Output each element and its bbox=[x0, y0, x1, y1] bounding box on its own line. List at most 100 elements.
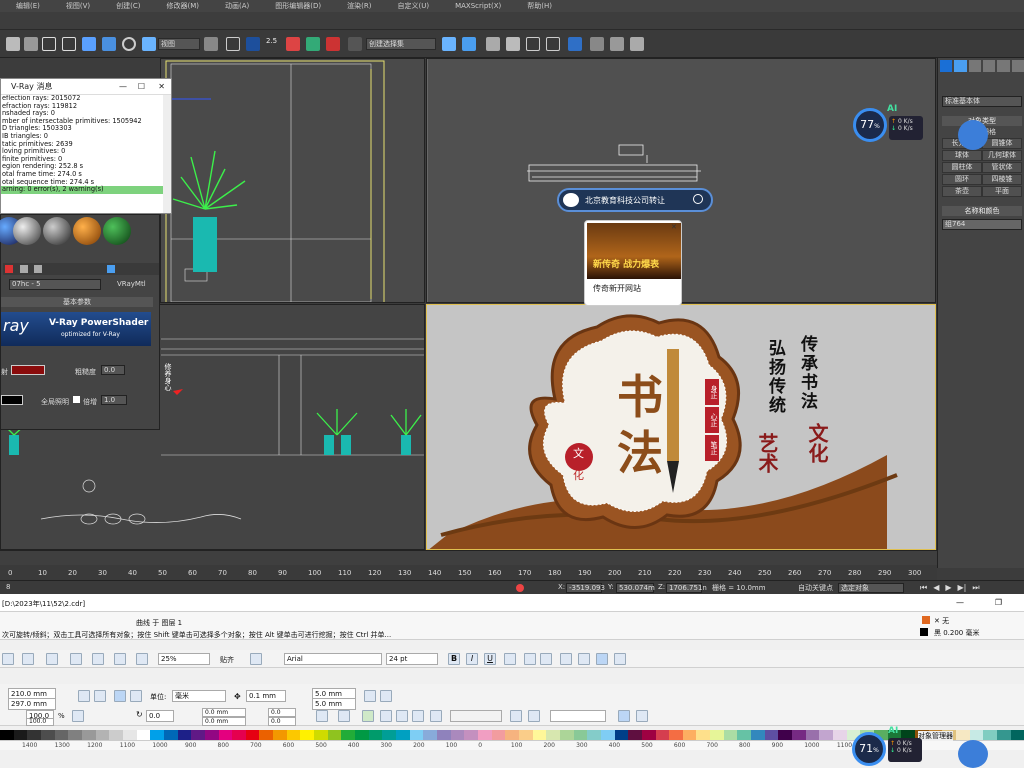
select-manipulate-icon[interactable] bbox=[226, 37, 240, 51]
palette-swatch[interactable] bbox=[218, 730, 233, 740]
palette-swatch[interactable] bbox=[437, 730, 451, 740]
mirror-icon[interactable] bbox=[442, 37, 456, 51]
create-tab-icon[interactable] bbox=[940, 60, 953, 72]
menu-item[interactable]: 渲染(R) bbox=[347, 1, 371, 11]
style-dropdown[interactable] bbox=[550, 710, 606, 722]
palette-swatch[interactable] bbox=[314, 730, 328, 740]
auto-key-button[interactable]: 自动关键点 bbox=[798, 583, 833, 593]
ad-caption[interactable]: 传奇新开网站 bbox=[593, 283, 641, 294]
palette-swatch[interactable] bbox=[559, 730, 574, 740]
drop-cap-icon[interactable] bbox=[540, 653, 552, 665]
name-color-header[interactable]: 名称和颜色 bbox=[942, 206, 1022, 216]
motion-tab-icon[interactable] bbox=[982, 60, 996, 72]
snap-2-5-icon[interactable]: 2.5 bbox=[266, 37, 280, 51]
palette-swatch[interactable] bbox=[655, 730, 670, 740]
palette-swatch[interactable] bbox=[710, 730, 724, 740]
basic-params-rollout[interactable]: 基本参数 bbox=[1, 297, 153, 307]
redo-icon[interactable] bbox=[46, 653, 58, 665]
palette-swatch[interactable] bbox=[136, 730, 151, 740]
palette-swatch[interactable] bbox=[669, 730, 683, 740]
pivot-icon[interactable] bbox=[204, 37, 218, 51]
global-illum-checkbox[interactable] bbox=[73, 396, 80, 403]
palette-swatch[interactable] bbox=[232, 730, 246, 740]
palette-swatch[interactable] bbox=[573, 730, 588, 740]
palette-swatch[interactable] bbox=[191, 730, 205, 740]
palette-swatch[interactable] bbox=[764, 730, 779, 740]
launch-icon[interactable] bbox=[136, 653, 148, 665]
menu-item[interactable]: 视图(V) bbox=[66, 1, 90, 11]
palette-swatch[interactable] bbox=[40, 730, 55, 740]
select-by-name-icon[interactable] bbox=[24, 37, 38, 51]
palette-swatch[interactable] bbox=[0, 730, 14, 740]
palette-swatch[interactable] bbox=[955, 730, 970, 740]
treat-as-filled-icon[interactable] bbox=[364, 690, 376, 702]
put-to-scene-icon[interactable] bbox=[19, 265, 28, 273]
intersect-icon[interactable] bbox=[396, 710, 408, 722]
primitive-button[interactable]: 圆环 bbox=[942, 174, 982, 185]
ad-image[interactable]: 新传奇 战力爆表 bbox=[587, 223, 681, 279]
palette-swatch[interactable] bbox=[505, 730, 519, 740]
palette-swatch[interactable] bbox=[259, 730, 274, 740]
diffuse-color-swatch[interactable] bbox=[11, 365, 45, 375]
menu-item[interactable]: 图形编辑器(D) bbox=[275, 1, 321, 11]
utilities-tab-icon[interactable] bbox=[1011, 60, 1024, 72]
undo-icon[interactable] bbox=[22, 653, 34, 665]
scale-y-field[interactable]: 100.0 bbox=[26, 718, 54, 726]
modify-tab-icon[interactable] bbox=[954, 60, 967, 72]
assign-material-icon[interactable] bbox=[34, 265, 43, 273]
spinner-snap-icon[interactable] bbox=[326, 37, 340, 51]
corel-minimize-icon[interactable]: — bbox=[956, 598, 964, 607]
percent-snap-icon[interactable] bbox=[306, 37, 320, 51]
pos2-y-field[interactable]: 0.0 bbox=[268, 717, 296, 726]
lock-ratio-icon[interactable] bbox=[72, 710, 84, 722]
curve-editor-icon[interactable] bbox=[526, 37, 540, 51]
primitive-button[interactable]: 平面 bbox=[982, 186, 1022, 197]
palette-swatch[interactable] bbox=[177, 730, 192, 740]
z-coord-field[interactable]: 1706.751n bbox=[666, 583, 707, 593]
primitive-button[interactable]: 球体 bbox=[942, 150, 982, 161]
primitive-button[interactable]: 几何球体 bbox=[982, 150, 1022, 161]
palette-swatch[interactable] bbox=[368, 730, 383, 740]
rotation-field[interactable]: 0.0 bbox=[146, 710, 174, 722]
snap-icon[interactable] bbox=[316, 710, 328, 722]
palette-swatch[interactable] bbox=[423, 730, 437, 740]
palette-swatch[interactable] bbox=[286, 730, 301, 740]
y-coord-field[interactable]: 530.074m bbox=[616, 583, 655, 593]
delete-icon[interactable] bbox=[528, 710, 540, 722]
palette-swatch[interactable] bbox=[68, 730, 82, 740]
menu-item[interactable]: 编辑(E) bbox=[16, 1, 40, 11]
reference-coord-dropdown[interactable]: 视图 bbox=[158, 38, 200, 50]
palette-swatch[interactable] bbox=[245, 730, 260, 740]
all-pages-icon[interactable] bbox=[114, 690, 126, 702]
material-type-button[interactable]: VRayMtl bbox=[117, 280, 146, 288]
palette-swatch[interactable] bbox=[737, 730, 752, 740]
menu-item[interactable]: 修改器(M) bbox=[167, 1, 200, 11]
render-production-icon[interactable] bbox=[630, 37, 644, 51]
edit-named-sel-icon[interactable] bbox=[348, 37, 362, 51]
palette-swatch[interactable] bbox=[1010, 730, 1024, 740]
rendered-frame-icon[interactable] bbox=[610, 37, 624, 51]
reflect-color-swatch[interactable] bbox=[1, 395, 23, 405]
palette-swatch[interactable] bbox=[983, 730, 997, 740]
create-boundary-icon[interactable] bbox=[430, 710, 442, 722]
pos2-x-field[interactable]: 0.0 bbox=[268, 708, 296, 717]
font-size-dropdown[interactable]: 24 pt bbox=[386, 653, 438, 665]
options-icon[interactable] bbox=[250, 653, 262, 665]
search-popup-text[interactable]: 北京教育科技公司转让 bbox=[585, 195, 665, 206]
minimize-icon[interactable]: — bbox=[119, 79, 127, 95]
bullet-list-icon[interactable] bbox=[524, 653, 536, 665]
palette-swatch[interactable] bbox=[628, 730, 642, 740]
palette-swatch[interactable] bbox=[600, 730, 615, 740]
play-icon[interactable]: ▶ bbox=[945, 583, 951, 593]
text-align-icon[interactable] bbox=[504, 653, 516, 665]
menu-item[interactable]: MAXScript(X) bbox=[455, 2, 501, 10]
palette-swatch[interactable] bbox=[751, 730, 765, 740]
hand-pan-icon[interactable] bbox=[618, 710, 630, 722]
material-editor-icon[interactable] bbox=[568, 37, 582, 51]
ai-network-widget[interactable]: AI 77% ↑ 0 K/s ↓ 0 K/s bbox=[853, 104, 925, 144]
go-start-icon[interactable]: ⏮ bbox=[920, 583, 927, 593]
close-icon[interactable]: ✕ bbox=[158, 79, 165, 95]
object-name-field[interactable]: 组764 bbox=[942, 219, 1022, 230]
color-styles-icon[interactable] bbox=[636, 710, 648, 722]
vertical-text-icon[interactable] bbox=[614, 653, 626, 665]
